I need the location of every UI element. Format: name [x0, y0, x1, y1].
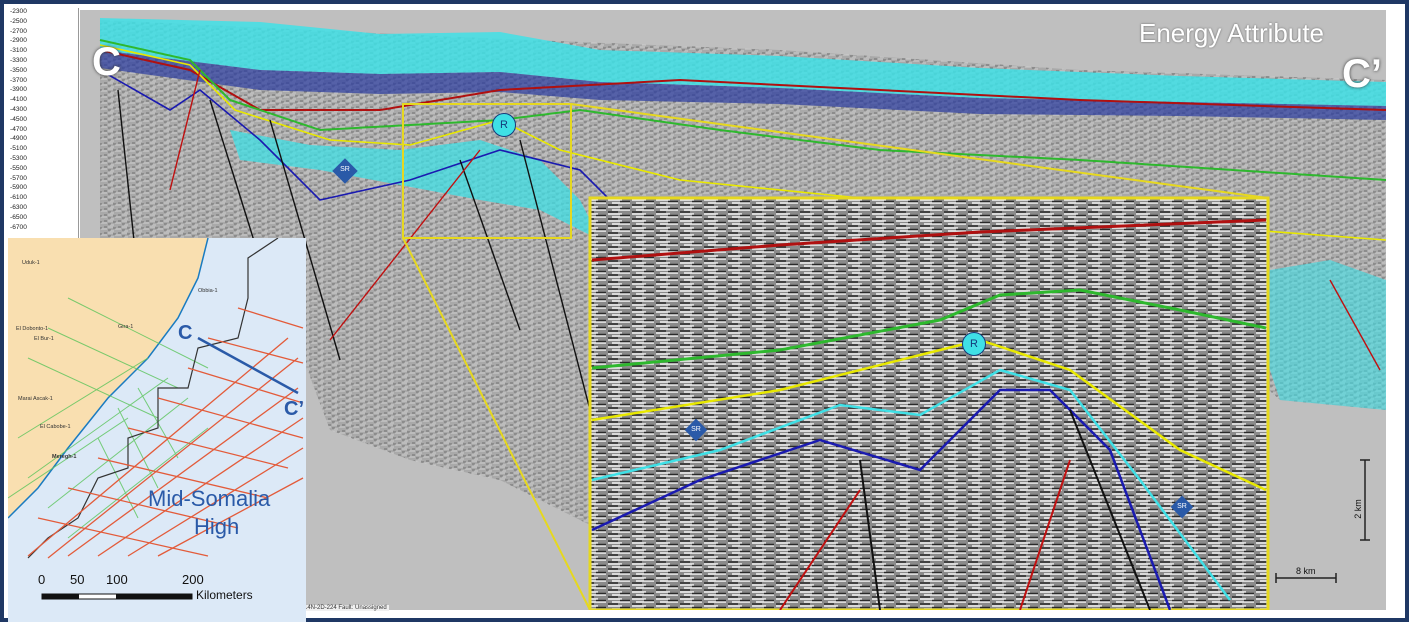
source-rock-label-zoom-1: SR: [691, 426, 701, 433]
well-label: Meregh-1: [52, 454, 77, 460]
well-label: El Dobonto-1: [16, 326, 49, 332]
map-line-end-label: C’: [284, 398, 304, 420]
well-label: El Cabobe-1: [40, 424, 71, 430]
depth-tick-label: -2500: [10, 17, 27, 25]
zoom-panel: [588, 196, 1270, 610]
depth-tick-label: -3500: [10, 66, 27, 74]
figure-frame: -2300 -2500 -2700 -2900 -3100 -3300 -3500 -3700…: [0, 0, 1409, 622]
depth-tick-label: -3700: [10, 76, 27, 84]
depth-tick-label: -5700: [10, 174, 27, 182]
map-scale-tick: 50: [70, 572, 85, 587]
section-end-label: C’: [1342, 52, 1382, 96]
depth-tick-label: -5900: [10, 184, 27, 192]
depth-axis: -2300 -2500 -2700 -2900 -3100 -3300 -3500 -3700…: [8, 8, 79, 240]
source-rock-label-main: SR: [340, 166, 350, 173]
attribute-title: Energy Attribute: [1139, 18, 1324, 48]
depth-tick-label: -3100: [10, 47, 27, 55]
depth-tick-label: -2900: [10, 37, 27, 45]
depth-tick-label: -4700: [10, 125, 27, 133]
depth-tick-label: -4300: [10, 106, 27, 113]
depth-tick-label: -6300: [10, 204, 27, 211]
status-bar-text: 14N-2D-224 Fault: Unassigned: [302, 605, 389, 611]
section-start-label: C: [92, 40, 121, 84]
map-line-start-label: C: [178, 322, 193, 344]
map-scale-tick: 0: [38, 572, 46, 587]
depth-tick-label: -5300: [10, 155, 27, 162]
map-region-label-line1: Mid-Somalia: [148, 486, 271, 511]
reflector-marker-zoom: R: [962, 332, 986, 356]
depth-tick-label: -6700: [10, 223, 27, 231]
depth-tick-label: -5100: [10, 145, 27, 153]
depth-tick-label: -3900: [10, 86, 27, 94]
depth-tick-label: -6500: [10, 213, 27, 221]
map-scale-tick: 200: [182, 572, 204, 587]
depth-tick-label: -3300: [10, 57, 27, 64]
depth-tick-label: -2700: [10, 27, 27, 35]
map-region-label-line2: High: [194, 514, 240, 539]
scale-vertical-label: 2 km: [1352, 499, 1363, 519]
depth-tick-label: -4100: [10, 96, 27, 104]
depth-tick-label: -4500: [10, 115, 27, 123]
well-label: Marai Ascak-1: [18, 396, 53, 402]
reflector-marker-main: R: [492, 113, 516, 137]
depth-tick-label: -5500: [10, 164, 27, 172]
well-label: Gira-1: [118, 324, 134, 330]
depth-tick-label: -2300: [10, 8, 27, 15]
map-svg: [8, 238, 306, 622]
well-label: El Bur-1: [34, 336, 54, 342]
well-label: Uduk-1: [22, 260, 40, 266]
map-scale-tick: 100: [106, 572, 128, 587]
well-label: Obbia-1: [198, 288, 218, 294]
scale-horizontal-label: 8 km: [1296, 566, 1316, 576]
location-map: Uduk-1 Obbia-1 El Dobonto-1 El Bur-1 Gir…: [8, 238, 306, 622]
depth-tick-label: -6100: [10, 194, 27, 202]
source-rock-label-zoom-2: SR: [1177, 503, 1187, 510]
depth-tick-label: -4900: [10, 135, 27, 143]
map-scale-unit: Kilometers: [196, 588, 253, 602]
